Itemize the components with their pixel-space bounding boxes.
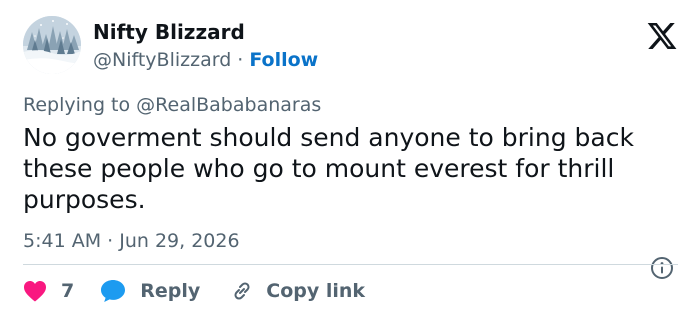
handle-separator: · <box>237 49 244 71</box>
reply-button[interactable]: Reply <box>100 279 200 303</box>
reply-to-handle[interactable]: @RealBababanaras <box>136 94 321 116</box>
author-handle-row: @NiftyBlizzard · Follow <box>93 47 318 73</box>
copy-link-button[interactable]: Copy link <box>230 279 365 303</box>
heart-icon <box>24 281 46 302</box>
reply-context: Replying to @RealBababanaras <box>23 92 321 118</box>
author-block: Nifty Blizzard @NiftyBlizzard · Follow <box>93 19 318 73</box>
avatar[interactable] <box>23 16 81 74</box>
author-handle[interactable]: @NiftyBlizzard <box>93 47 231 73</box>
x-logo-icon[interactable] <box>646 20 678 52</box>
copy-link-label: Copy link <box>266 280 366 302</box>
divider <box>23 264 678 265</box>
like-button[interactable]: 7 <box>23 280 74 302</box>
tweet-timestamp[interactable]: 5:41 AM · Jun 29, 2026 <box>23 228 240 254</box>
link-icon <box>234 282 250 300</box>
like-count: 7 <box>61 280 75 302</box>
speech-bubble-icon <box>101 280 126 302</box>
snowy-forest-avatar-image <box>23 16 81 74</box>
reply-label: Reply <box>140 280 201 302</box>
info-icon[interactable] <box>650 256 674 280</box>
tweet-card: Nifty Blizzard @NiftyBlizzard · Follow R… <box>0 0 700 318</box>
author-display-name[interactable]: Nifty Blizzard <box>93 19 318 45</box>
tweet-text: No goverment should send anyone to bring… <box>23 123 634 214</box>
tweet-actions: 7 Reply Copy link <box>23 276 365 306</box>
reply-context-prefix: Replying to <box>23 94 131 116</box>
follow-button[interactable]: Follow <box>249 47 318 73</box>
